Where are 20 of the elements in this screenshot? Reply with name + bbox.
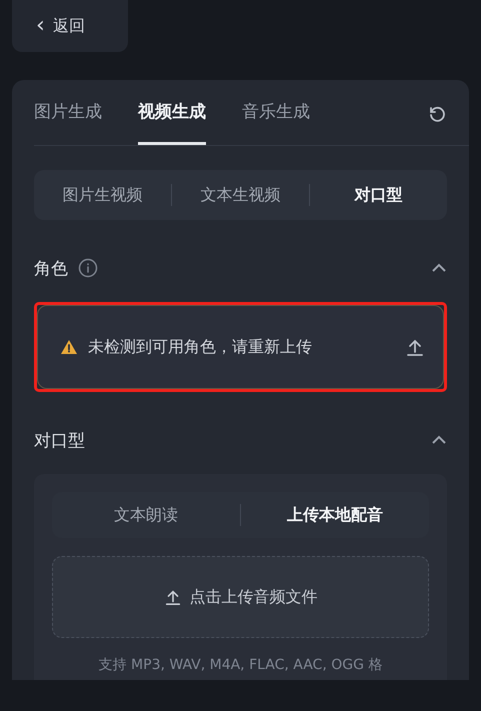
upload-arrow-icon xyxy=(164,588,182,606)
mode-option[interactable]: 图片生视频 xyxy=(34,170,171,220)
formats-note: 支持 MP3, WAV, M4A, FLAC, AAC, OGG 格 xyxy=(98,656,384,674)
collapse-chevron-button[interactable] xyxy=(431,263,447,273)
info-icon[interactable] xyxy=(78,258,98,278)
tab[interactable]: 图片生成 xyxy=(34,80,102,145)
back-button[interactable]: ‹ 返回 xyxy=(12,0,128,52)
tab[interactable]: 音乐生成 xyxy=(242,80,310,145)
warning-message: 未检测到可用角色，请重新上传 xyxy=(88,336,312,358)
tab[interactable]: 视频生成 xyxy=(138,80,206,145)
collapse-chevron-button[interactable] xyxy=(431,435,447,445)
mode-option[interactable]: 对口型 xyxy=(310,170,447,220)
upload-icon[interactable] xyxy=(405,337,425,357)
audio-source-option[interactable]: 文本朗读 xyxy=(52,492,240,538)
section-title: 对口型 xyxy=(34,430,85,452)
audio-source-option[interactable]: 上传本地配音 xyxy=(241,492,429,538)
upload-dropzone[interactable]: 点击上传音频文件 xyxy=(52,556,429,638)
section-title: 角色 xyxy=(34,258,68,280)
warning-icon xyxy=(60,339,78,355)
mode-option[interactable]: 文本生视频 xyxy=(172,170,309,220)
